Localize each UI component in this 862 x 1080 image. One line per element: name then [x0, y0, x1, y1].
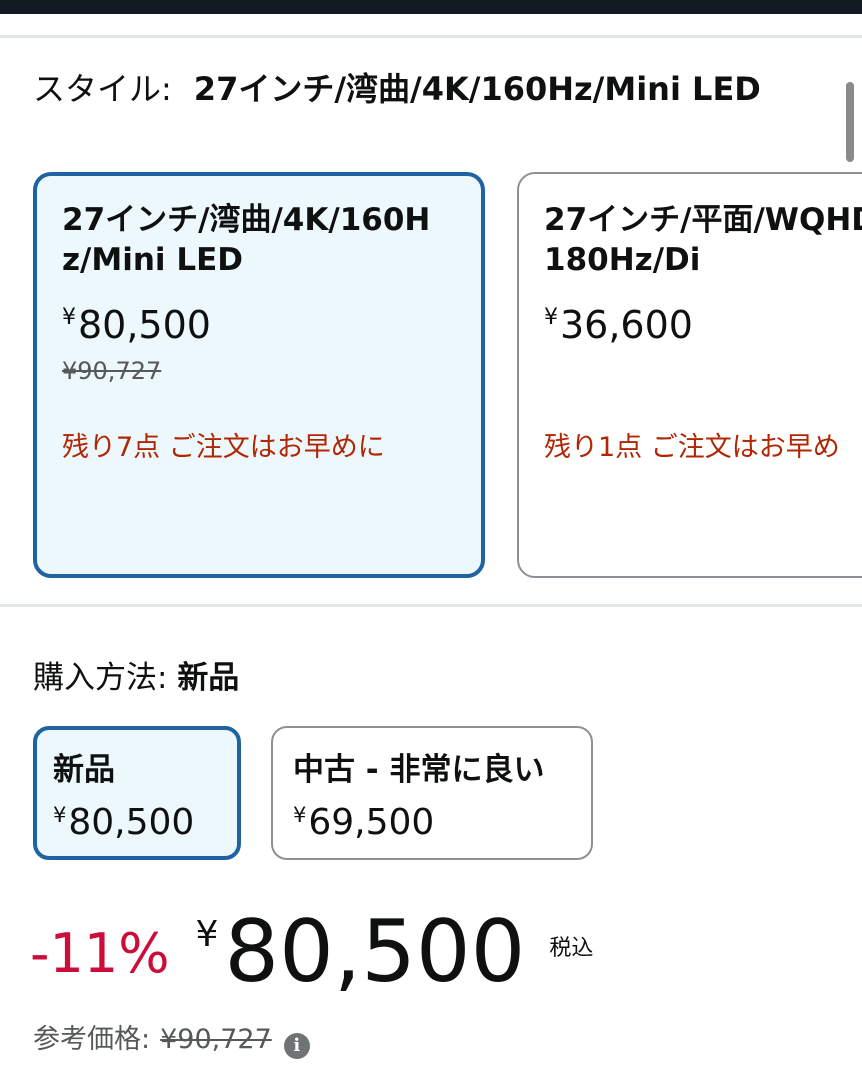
purchase-method-label: 購入方法: — [33, 660, 168, 696]
purchase-method-heading: 購入方法: 新品 — [33, 656, 239, 700]
reference-price-row: 参考価格: ¥90,727 i — [33, 1020, 310, 1060]
style-option-flat-wqhd[interactable]: 27インチ/平面/WQHD/180Hz/Di ¥36,600 残り1点 ご注文は… — [517, 172, 862, 578]
tax-included-note: 税込 — [549, 936, 594, 961]
style-option-title: 27インチ/湾曲/4K/160Hz/Mini LED — [62, 202, 431, 278]
info-icon[interactable]: i — [283, 1033, 310, 1059]
style-option-curved-4k[interactable]: 27インチ/湾曲/4K/160Hz/Mini LED ¥80,500 ¥90,7… — [33, 172, 485, 578]
top-nav-bar — [0, 0, 862, 14]
price-currency: ¥ — [195, 914, 219, 955]
style-selected-value: 27インチ/湾曲/4K/160Hz/Mini LED — [193, 70, 761, 108]
stock-warning: 残り1点 ご注文はお早め — [544, 432, 840, 463]
condition-title: 中古 - 非常に良い — [293, 752, 545, 788]
condition-price: ¥69,500 — [293, 802, 435, 843]
price-block: -11% ¥80,500 税込 — [30, 900, 593, 1010]
style-label: スタイル: — [33, 70, 172, 108]
purchase-method-value: 新品 — [177, 660, 240, 696]
condition-option-new[interactable]: 新品 ¥80,500 — [33, 726, 241, 860]
style-option-price: ¥80,500 — [62, 303, 211, 347]
condition-title: 新品 — [53, 752, 115, 788]
discount-percent: -11% — [30, 922, 170, 985]
price-amount: 80,500 — [224, 902, 526, 1002]
scrollbar[interactable] — [846, 82, 854, 162]
style-option-price: ¥36,600 — [544, 303, 693, 347]
style-heading: スタイル: 27インチ/湾曲/4K/160Hz/Mini LED — [33, 66, 793, 112]
condition-option-used-very-good[interactable]: 中古 - 非常に良い ¥69,500 — [271, 726, 593, 860]
section-divider — [0, 35, 862, 38]
condition-price: ¥80,500 — [53, 802, 195, 843]
section-divider — [0, 604, 862, 607]
reference-price-label: 参考価格: — [33, 1024, 151, 1055]
stock-warning: 残り7点 ご注文はお早めに — [62, 432, 385, 463]
reference-price-value: ¥90,727 — [160, 1024, 272, 1055]
style-option-list-price: ¥90,727 — [62, 357, 162, 385]
style-option-title: 27インチ/平面/WQHD/180Hz/Di — [544, 202, 862, 278]
